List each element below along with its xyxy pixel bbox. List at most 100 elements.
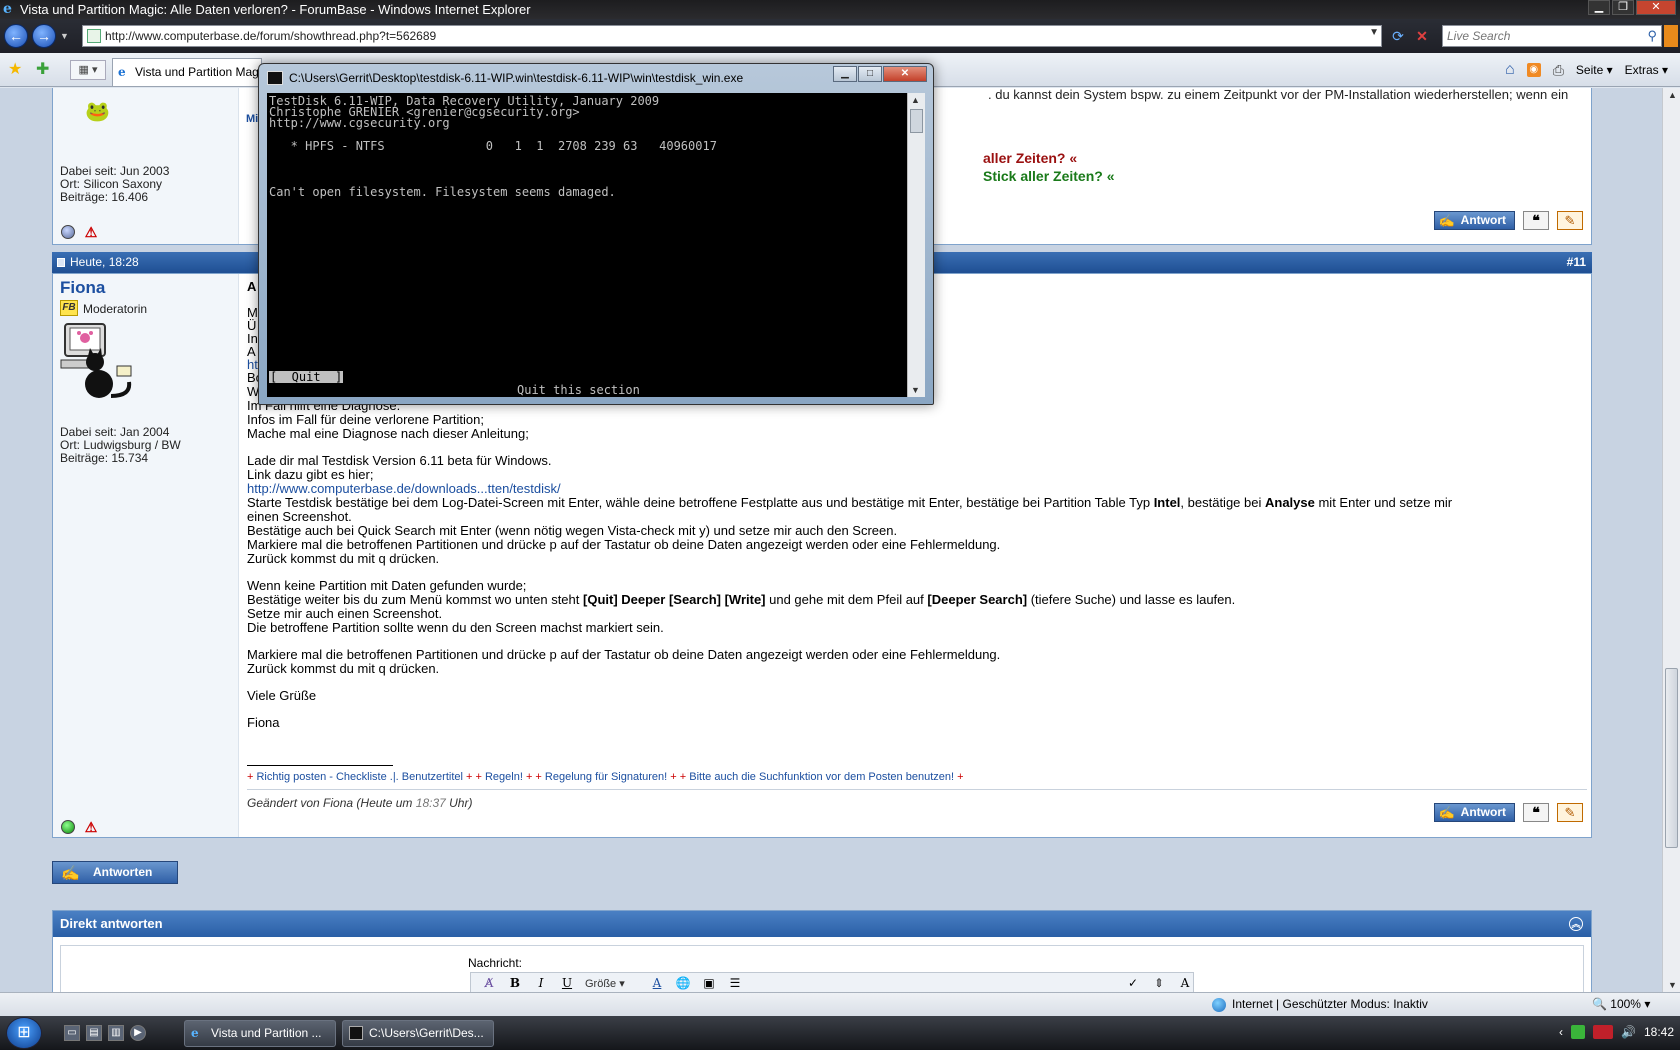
signature-link[interactable]: Regeln!: [485, 771, 523, 783]
quicklaunch-icon[interactable]: ▥: [108, 1025, 124, 1041]
add-favorite-icon[interactable]: ✚: [36, 62, 49, 78]
text-span: , bestätige bei: [1180, 495, 1265, 510]
start-button[interactable]: ⊞: [6, 1017, 42, 1049]
scroll-thumb[interactable]: [910, 109, 923, 133]
internet-zone-icon: [1212, 997, 1226, 1012]
text-line: Markiere mal die betroffenen Partitionen…: [247, 537, 1001, 552]
quick-tabs-button[interactable]: ▦ ▾: [70, 60, 106, 80]
security-zone[interactable]: Internet | Geschützter Modus: Inaktiv: [1212, 997, 1428, 1012]
text-line: Mache mal eine Diagnose nach dieser Anle…: [247, 426, 529, 441]
post-date: Heute, 18:28: [70, 255, 139, 269]
signature-link[interactable]: Richtig posten - Checkliste .|. Benutzer…: [256, 771, 462, 783]
console-taskbar-icon: [349, 1026, 363, 1040]
search-options-button[interactable]: [1664, 25, 1678, 47]
testdisk-download-link[interactable]: http://www.computerbase.de/downloads...t…: [247, 481, 561, 496]
tools-menu[interactable]: Extras ▾: [1625, 63, 1668, 77]
tab-active[interactable]: e Vista und Partition Magic...: [112, 58, 262, 86]
home-icon[interactable]: ⌂: [1505, 61, 1515, 79]
collapse-icon[interactable]: ︽: [1569, 917, 1583, 931]
post-number[interactable]: #11: [1567, 252, 1586, 273]
remove-format-icon[interactable]: A̸: [481, 975, 497, 991]
refresh-button[interactable]: ⟳: [1388, 27, 1408, 45]
signature-link[interactable]: Stick aller Zeiten? «: [983, 167, 1115, 185]
reply-button[interactable]: Antwort: [1433, 803, 1515, 822]
taskbar-item-console[interactable]: C:\Users\Gerrit\Des...: [342, 1020, 494, 1047]
volume-icon[interactable]: 🔊: [1621, 1025, 1636, 1039]
text-span: und gehe mit dem Pfeil auf: [765, 592, 928, 607]
forward-button[interactable]: →: [32, 24, 56, 48]
favorites-star-icon[interactable]: ★: [8, 62, 22, 78]
quicklaunch-icon[interactable]: ▤: [86, 1025, 102, 1041]
quick-reply-button[interactable]: ✎: [1557, 211, 1583, 230]
scroll-thumb[interactable]: [1665, 668, 1678, 848]
font-size-select[interactable]: Größe ▾: [585, 977, 639, 990]
search-input[interactable]: [1447, 27, 1637, 45]
address-dropdown-icon[interactable]: ▼: [1369, 27, 1379, 38]
page-scrollbar[interactable]: ▲ ▼: [1662, 88, 1680, 992]
media-player-icon[interactable]: ▶: [130, 1025, 146, 1041]
quote-icon[interactable]: ☰: [727, 975, 743, 991]
signature-link-fragment[interactable]: Mi: [246, 113, 258, 125]
scroll-up-icon[interactable]: ▲: [1668, 90, 1677, 100]
bold-text: [Deeper Search]: [927, 592, 1028, 607]
text-span: Starte Testdisk bestätige bei dem Log-Da…: [247, 495, 1154, 510]
tray-expand-icon[interactable]: ‹: [1559, 1025, 1563, 1039]
signature-link[interactable]: aller Zeiten? «: [983, 149, 1115, 167]
console-minimize-button[interactable]: ▁: [833, 66, 857, 82]
username-link[interactable]: Fiona: [60, 278, 105, 298]
text-color-icon[interactable]: A: [649, 975, 665, 991]
console-maximize-button[interactable]: □: [858, 66, 882, 82]
console-close-button[interactable]: ✕: [883, 66, 927, 82]
scroll-up-icon[interactable]: ▲: [911, 95, 920, 105]
console-line: * HPFS - NTFS 0 1 1 2708 239 63 40960017: [269, 139, 717, 153]
text-line: Zurück kommst du mit q drücken.: [247, 661, 440, 676]
multi-quote-button[interactable]: ❝: [1523, 803, 1549, 822]
address-bar[interactable]: ▼: [82, 25, 1382, 47]
restore-button[interactable]: ❐: [1612, 0, 1634, 15]
multi-quote-button[interactable]: ❝: [1523, 211, 1549, 230]
ati-icon[interactable]: [1593, 1025, 1614, 1039]
signature-link[interactable]: Regelung für Signaturen!: [545, 771, 667, 783]
bold-icon[interactable]: B: [507, 975, 523, 991]
console-quit-option[interactable]: [ Quit ]: [269, 371, 344, 383]
page-menu[interactable]: Seite ▾: [1576, 63, 1613, 77]
zoom-level[interactable]: 🔍 100% ▾: [1592, 997, 1650, 1011]
network-icon[interactable]: [1571, 1025, 1586, 1039]
console-screen[interactable]: TestDisk 6.11-WIP, Data Recovery Utility…: [267, 93, 907, 397]
spellcheck-icon[interactable]: ✓: [1125, 975, 1141, 991]
recent-pages-dropdown-icon[interactable]: ▼: [60, 31, 69, 41]
reply-button[interactable]: Antwort: [1433, 211, 1515, 230]
report-post-icon[interactable]: ⚠: [83, 820, 99, 835]
report-post-icon[interactable]: ⚠: [83, 225, 99, 240]
stop-button[interactable]: ✕: [1412, 27, 1432, 45]
clock[interactable]: 18:42: [1644, 1025, 1674, 1039]
console-scrollbar[interactable]: ▲ ▼: [907, 93, 925, 397]
signature-link[interactable]: Bitte auch die Suchfunktion vor dem Post…: [689, 771, 954, 783]
post-author-column: Fiona FB Moderatorin Dabei seit: Jan 200…: [53, 274, 239, 837]
new-reply-button[interactable]: Antworten: [52, 861, 178, 884]
scroll-down-icon[interactable]: ▼: [911, 385, 920, 395]
minimize-button[interactable]: ▁: [1588, 0, 1610, 15]
scroll-down-icon[interactable]: ▼: [1668, 980, 1677, 990]
insert-image-icon[interactable]: ▣: [701, 975, 717, 991]
close-window-button[interactable]: ✕: [1636, 0, 1676, 15]
search-box[interactable]: ⚲: [1442, 25, 1662, 47]
switch-editor-icon[interactable]: A: [1177, 975, 1193, 991]
offline-status-icon: [61, 225, 75, 239]
search-icon[interactable]: ⚲: [1647, 28, 1657, 44]
back-button[interactable]: ←: [4, 24, 28, 48]
resize-icon[interactable]: ⇕: [1151, 975, 1167, 991]
print-icon[interactable]: ⎙: [1553, 62, 1564, 79]
italic-icon[interactable]: I: [533, 975, 549, 991]
underline-icon[interactable]: U: [559, 975, 575, 991]
quick-reply-button[interactable]: ✎: [1557, 803, 1583, 822]
insert-link-icon[interactable]: 🌐: [675, 975, 691, 991]
taskbar-item-ie[interactable]: e Vista und Partition ...: [184, 1020, 336, 1047]
console-window: C:\Users\Gerrit\Desktop\testdisk-6.11-WI…: [258, 63, 934, 405]
rss-feed-icon[interactable]: ◉: [1526, 63, 1541, 77]
divider: [247, 789, 1587, 790]
address-input[interactable]: [105, 27, 1345, 45]
zone-label: Internet | Geschützter Modus: Inaktiv: [1232, 997, 1428, 1011]
show-desktop-icon[interactable]: ▭: [64, 1025, 80, 1041]
